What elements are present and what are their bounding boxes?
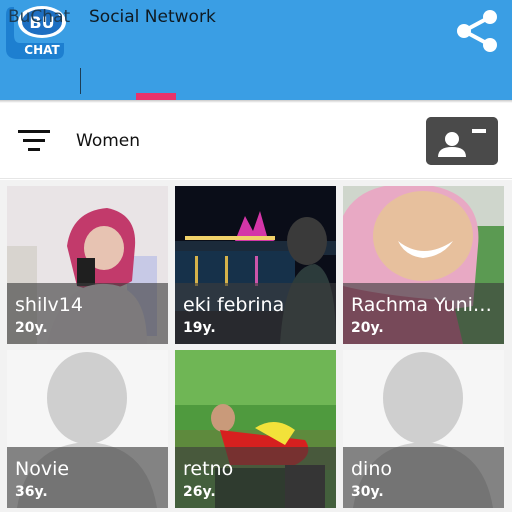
filter-bar: Women <box>0 103 512 179</box>
profile-card[interactable]: shilv14 20y. <box>7 186 168 344</box>
profile-age: 30y. <box>351 484 384 500</box>
app-bar: BU CHAT BuChat Social Network <box>0 0 512 100</box>
profile-age: 36y. <box>15 484 48 500</box>
profile-age: 19y. <box>183 320 216 336</box>
profile-card[interactable]: Rachma Yuniarti 20y. <box>343 186 504 344</box>
profile-card[interactable]: dino 30y. <box>343 350 504 508</box>
profile-name: Rachma Yuniarti <box>351 294 499 316</box>
share-icon[interactable] <box>452 7 502 55</box>
profile-age: 26y. <box>183 484 216 500</box>
tab-buchat[interactable]: BuChat <box>8 6 70 28</box>
profile-card[interactable]: retno 26y. <box>175 350 336 508</box>
profile-name: eki febrina <box>183 294 285 316</box>
profile-age: 20y. <box>351 320 384 336</box>
tab-divider <box>80 68 81 94</box>
profile-name: shilv14 <box>15 294 83 316</box>
profile-name: dino <box>351 458 393 480</box>
contact-card-icon[interactable] <box>426 117 498 165</box>
gender-filter-label[interactable]: Women <box>76 131 140 151</box>
filter-icon[interactable] <box>18 130 50 152</box>
tab-social-network[interactable]: Social Network <box>89 6 216 28</box>
logo-text-bottom: CHAT <box>24 43 60 57</box>
profile-name: retno <box>183 458 234 480</box>
profile-card[interactable]: Novie 36y. <box>7 350 168 508</box>
profile-name: Novie <box>15 458 70 480</box>
profile-age: 20y. <box>15 320 48 336</box>
profile-grid: shilv14 20y. eki febrina 19y. Rachma Yun… <box>0 180 512 512</box>
active-tab-indicator <box>136 93 176 100</box>
profile-card[interactable]: eki febrina 19y. <box>175 186 336 344</box>
